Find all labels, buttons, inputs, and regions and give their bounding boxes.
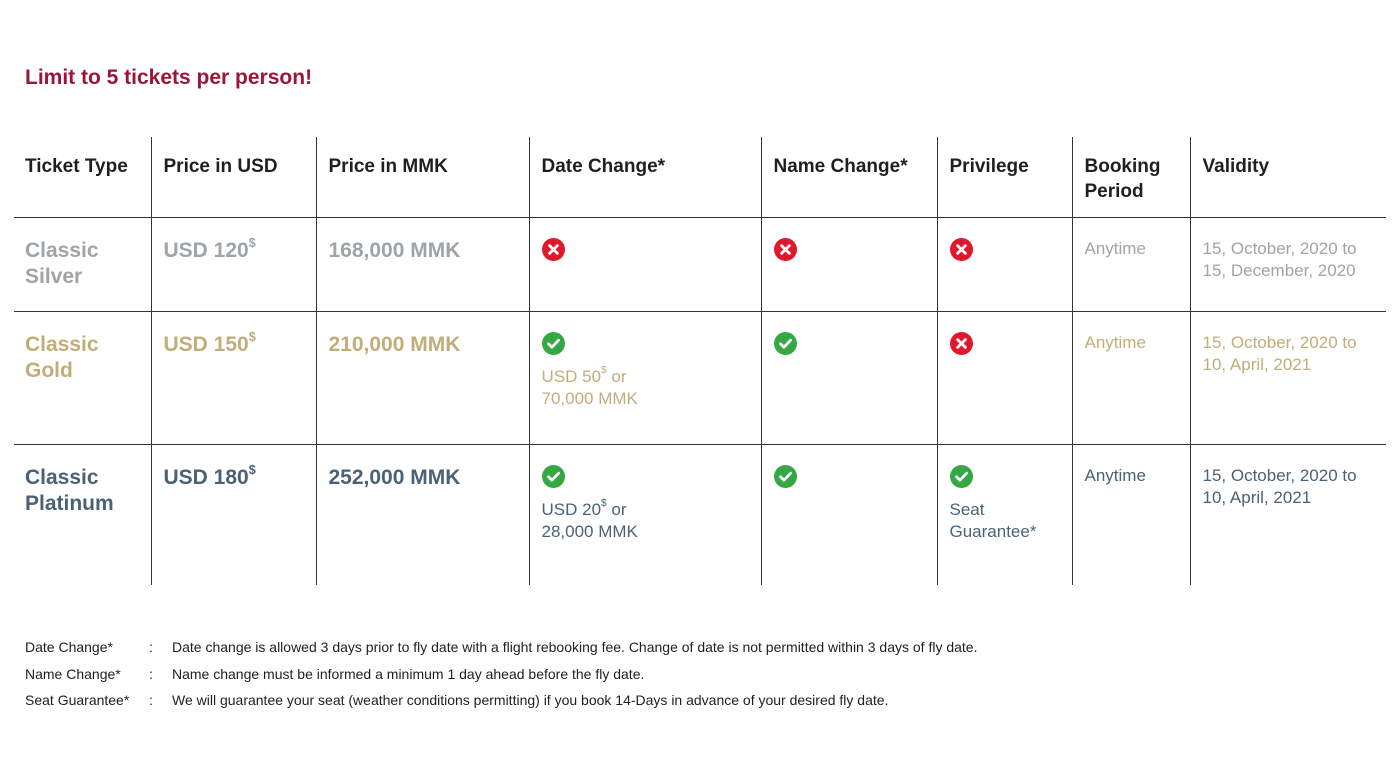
header-ticket-type: Ticket Type	[14, 137, 151, 218]
date-change-fee: USD 50$ or 70,000 MMK	[541, 364, 672, 410]
price-mmk: 168,000 MMK	[328, 238, 461, 262]
price-mmk-cell: 210,000 MMK	[315, 311, 529, 445]
header-booking-period: Booking Period	[1071, 137, 1190, 218]
price-usd-value: USD 150	[163, 332, 249, 356]
booking-period: Anytime	[1084, 332, 1146, 352]
price-usd: USD 120$	[163, 235, 256, 262]
cross-icon	[541, 237, 565, 261]
footnotes: Date Change* : Date change is allowed 3 …	[25, 636, 977, 716]
dollar-symbol: $	[601, 497, 607, 509]
footnote-text: Date change is allowed 3 days prior to f…	[172, 639, 978, 655]
footnote-term: Name Change*	[25, 665, 121, 682]
name-change-cell	[760, 217, 937, 312]
footnote-separator: :	[149, 665, 153, 682]
validity: 15, October, 2020 to 10, April, 2021	[1202, 332, 1357, 374]
dollar-symbol: $	[248, 235, 256, 250]
price-usd: USD 150$	[163, 329, 256, 356]
footnote-date-change: Date Change* : Date change is allowed 3 …	[25, 636, 977, 663]
privilege-text: Seat Guarantee*	[949, 499, 1037, 541]
table-row-classic-gold: Classic Gold USD 150$ 210,000 MMK USD 50…	[14, 311, 1386, 445]
date-change-cell	[528, 217, 761, 312]
validity: 15, October, 2020 to 10, April, 2021	[1202, 465, 1357, 507]
tier-name: Classic Gold	[25, 332, 99, 382]
price-mmk-cell: 168,000 MMK	[315, 217, 529, 312]
validity-cell: 15, October, 2020 to 15, December, 2020	[1189, 217, 1386, 312]
check-icon	[773, 331, 797, 355]
tier-cell: Classic Platinum	[14, 444, 151, 585]
name-change-cell	[760, 444, 937, 585]
price-usd-value: USD 180	[163, 465, 249, 489]
cross-icon	[949, 331, 973, 355]
footnote-term: Seat Guarantee*	[25, 692, 130, 708]
header-date-change: Date Change*	[528, 137, 761, 218]
footnote-seat-guarantee: Seat Guarantee* : We will guarantee your…	[25, 689, 977, 716]
footnote-text: We will guarantee your seat (weather con…	[172, 692, 889, 708]
footnote-separator: :	[149, 692, 153, 708]
price-usd-cell: USD 120$	[150, 217, 316, 312]
check-icon	[541, 464, 565, 488]
footnote-term: Date Change*	[25, 639, 113, 655]
header-price-usd: Price in USD	[150, 137, 316, 218]
validity-cell: 15, October, 2020 to 10, April, 2021	[1189, 444, 1386, 585]
table-header-row: Ticket Type Price in USD Price in MMK Da…	[14, 137, 1386, 218]
date-change-cell: USD 20$ or 28,000 MMK	[528, 444, 761, 585]
price-mmk-cell: 252,000 MMK	[315, 444, 529, 585]
booking-period-cell: Anytime	[1071, 217, 1190, 312]
ticket-limit-notice: Limit to 5 tickets per person!	[25, 66, 313, 89]
ticket-comparison-table: Ticket Type Price in USD Price in MMK Da…	[14, 137, 1386, 585]
header-name-change: Name Change*	[760, 137, 937, 218]
check-icon	[773, 464, 797, 488]
footnote-name-change: Name Change* : Name change must be infor…	[25, 663, 977, 690]
privilege-cell: Seat Guarantee*	[936, 444, 1072, 585]
tier-name: Classic Silver	[25, 238, 99, 288]
tier-cell: Classic Gold	[14, 311, 151, 445]
check-icon	[541, 331, 565, 355]
booking-period-cell: Anytime	[1071, 311, 1190, 445]
dollar-symbol: $	[248, 329, 256, 344]
validity-cell: 15, October, 2020 to 10, April, 2021	[1189, 311, 1386, 445]
footnote-text: Name change must be informed a minimum 1…	[172, 665, 645, 682]
price-mmk: 252,000 MMK	[328, 465, 461, 489]
dollar-symbol: $	[601, 364, 607, 376]
price-mmk: 210,000 MMK	[328, 332, 461, 356]
cross-icon	[773, 237, 797, 261]
price-usd-cell: USD 180$	[150, 444, 316, 585]
fee-usd: USD 20	[541, 499, 602, 519]
price-usd: USD 180$	[163, 462, 256, 489]
booking-period: Anytime	[1084, 238, 1146, 258]
name-change-cell	[760, 311, 937, 445]
dollar-symbol: $	[248, 462, 256, 477]
table-row-classic-silver: Classic Silver USD 120$ 168,000 MMK Anyt…	[14, 217, 1386, 312]
price-usd-value: USD 120	[163, 238, 249, 262]
header-validity: Validity	[1189, 137, 1386, 218]
booking-period-cell: Anytime	[1071, 444, 1190, 585]
table-row-classic-platinum: Classic Platinum USD 180$ 252,000 MMK US…	[14, 444, 1386, 585]
booking-period: Anytime	[1084, 465, 1146, 485]
cross-icon	[949, 237, 973, 261]
footnote-separator: :	[149, 639, 153, 655]
header-price-mmk: Price in MMK	[315, 137, 529, 218]
tier-cell: Classic Silver	[14, 217, 151, 312]
date-change-fee: USD 20$ or 28,000 MMK	[541, 497, 672, 543]
header-privilege: Privilege	[936, 137, 1072, 218]
fee-usd: USD 50	[541, 366, 602, 386]
validity: 15, October, 2020 to 15, December, 2020	[1202, 238, 1357, 280]
price-usd-cell: USD 150$	[150, 311, 316, 445]
privilege-cell	[936, 311, 1072, 445]
privilege-cell	[936, 217, 1072, 312]
date-change-cell: USD 50$ or 70,000 MMK	[528, 311, 761, 445]
tier-name: Classic Platinum	[25, 465, 114, 515]
check-icon	[949, 464, 973, 488]
